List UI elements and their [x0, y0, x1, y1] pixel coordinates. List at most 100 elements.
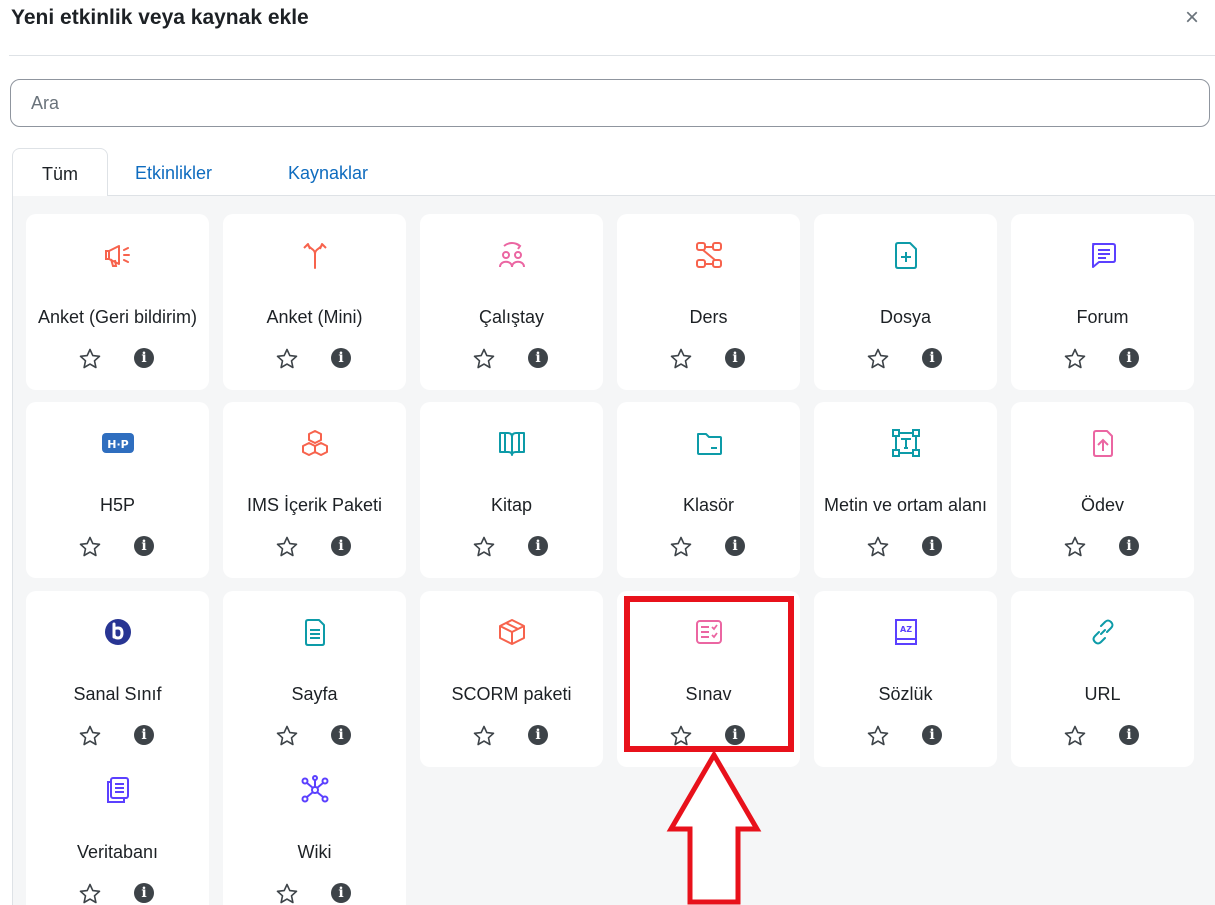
star-outline-icon[interactable] [866, 347, 890, 371]
info-icon[interactable]: i [331, 536, 351, 556]
activity-card-metin-ve-ortam-alani[interactable]: Metin ve ortam alanı i [814, 402, 997, 578]
star-outline-icon[interactable] [275, 882, 299, 905]
star-outline-icon[interactable] [275, 347, 299, 371]
link-icon [1011, 615, 1194, 649]
star-outline-icon[interactable] [275, 724, 299, 748]
activity-card-kitap[interactable]: Kitap i [420, 402, 603, 578]
activity-label: H5P [99, 495, 135, 515]
tab-bar: Tüm Etkinlikler Kaynaklar [12, 148, 1215, 197]
activity-card-anket-geri-bildirim[interactable]: Anket (Geri bildirim) i [26, 214, 209, 390]
info-icon[interactable]: i [331, 883, 351, 903]
info-icon[interactable]: i [528, 725, 548, 745]
glossary-icon: AZ [814, 615, 997, 649]
database-icon [26, 773, 209, 807]
activity-card-ims-icerik-paketi[interactable]: IMS İçerik Paketi i [223, 402, 406, 578]
info-icon[interactable]: i [134, 725, 154, 745]
activity-label: SCORM paketi [451, 684, 572, 704]
svg-text:AZ: AZ [900, 625, 912, 634]
activity-card-calistay[interactable]: Çalıştay i [420, 214, 603, 390]
activity-card-veritabani[interactable]: Veritabanı i [26, 749, 209, 905]
star-outline-icon[interactable] [472, 535, 496, 559]
star-outline-icon[interactable] [78, 347, 102, 371]
star-outline-icon[interactable] [866, 535, 890, 559]
svg-text:H·P: H·P [107, 438, 128, 451]
scorm-icon [420, 615, 603, 649]
activity-label: Çalıştay [478, 307, 545, 327]
activity-label: Metin ve ortam alanı [823, 495, 988, 515]
star-outline-icon[interactable] [472, 347, 496, 371]
star-outline-icon[interactable] [1063, 724, 1087, 748]
activity-label: Sınav [685, 684, 732, 704]
page-icon [223, 615, 406, 649]
info-icon[interactable]: i [528, 536, 548, 556]
package-icon [223, 426, 406, 460]
tab-resources[interactable]: Kaynaklar [288, 148, 368, 197]
lesson-icon [617, 238, 800, 272]
star-outline-icon[interactable] [78, 724, 102, 748]
info-icon[interactable]: i [134, 348, 154, 368]
info-icon[interactable]: i [528, 348, 548, 368]
activity-label: Veritabanı [76, 842, 159, 862]
activity-card-klasor[interactable]: Klasör i [617, 402, 800, 578]
activity-label: Anket (Mini) [266, 307, 363, 327]
activity-label: Kitap [490, 495, 533, 515]
activity-card-sanal-sinif[interactable]: Sanal Sınıf i [26, 591, 209, 767]
star-outline-icon[interactable] [78, 882, 102, 905]
activity-label: Forum [1076, 307, 1129, 327]
tab-all[interactable]: Tüm [12, 148, 108, 197]
info-icon[interactable]: i [331, 348, 351, 368]
activity-label: Sanal Sınıf [73, 684, 162, 704]
info-icon[interactable]: i [134, 536, 154, 556]
search-input[interactable] [10, 79, 1210, 127]
close-icon[interactable]: × [1180, 4, 1204, 32]
info-icon[interactable]: i [922, 348, 942, 368]
activity-card-url[interactable]: URL i [1011, 591, 1194, 767]
activity-card-sozluk[interactable]: AZ Sözlük i [814, 591, 997, 767]
activity-card-scorm-paketi[interactable]: SCORM paketi i [420, 591, 603, 767]
info-icon[interactable]: i [725, 725, 745, 745]
megaphone-icon [26, 238, 209, 272]
activity-card-ders[interactable]: Ders i [617, 214, 800, 390]
star-outline-icon[interactable] [866, 724, 890, 748]
star-outline-icon[interactable] [1063, 535, 1087, 559]
activity-card-sayfa[interactable]: Sayfa i [223, 591, 406, 767]
book-icon [420, 426, 603, 460]
activity-card-h5p[interactable]: H·P H5P i [26, 402, 209, 578]
activity-card-anket-mini[interactable]: Anket (Mini) i [223, 214, 406, 390]
h5p-icon: H·P [26, 426, 209, 460]
activity-label: Sayfa [291, 684, 338, 704]
activity-card-dosya[interactable]: Dosya i [814, 214, 997, 390]
info-icon[interactable]: i [922, 536, 942, 556]
activity-label: Anket (Geri bildirim) [37, 307, 198, 327]
activity-card-wiki[interactable]: Wiki i [223, 749, 406, 905]
info-icon[interactable]: i [725, 536, 745, 556]
activity-label: Ödev [1080, 495, 1125, 515]
info-icon[interactable]: i [922, 725, 942, 745]
info-icon[interactable]: i [1119, 725, 1139, 745]
info-icon[interactable]: i [725, 348, 745, 368]
tab-activities[interactable]: Etkinlikler [135, 148, 212, 197]
star-outline-icon[interactable] [472, 724, 496, 748]
quiz-icon [617, 615, 800, 649]
info-icon[interactable]: i [331, 725, 351, 745]
star-outline-icon[interactable] [275, 535, 299, 559]
info-icon[interactable]: i [1119, 536, 1139, 556]
info-icon[interactable]: i [1119, 348, 1139, 368]
activity-card-odev[interactable]: Ödev i [1011, 402, 1194, 578]
activity-label: Wiki [297, 842, 332, 862]
star-outline-icon[interactable] [669, 724, 693, 748]
activity-label: Sözlük [878, 684, 933, 704]
header-divider [9, 55, 1215, 56]
activity-label: Dosya [879, 307, 932, 327]
info-icon[interactable]: i [134, 883, 154, 903]
bigbluebutton-icon [26, 615, 209, 649]
text-area-icon [814, 426, 997, 460]
star-outline-icon[interactable] [669, 535, 693, 559]
star-outline-icon[interactable] [669, 347, 693, 371]
wiki-icon [223, 773, 406, 807]
star-outline-icon[interactable] [1063, 347, 1087, 371]
folder-icon [617, 426, 800, 460]
activity-card-forum[interactable]: Forum i [1011, 214, 1194, 390]
activity-card-sinav[interactable]: Sınav i [617, 591, 800, 767]
star-outline-icon[interactable] [78, 535, 102, 559]
